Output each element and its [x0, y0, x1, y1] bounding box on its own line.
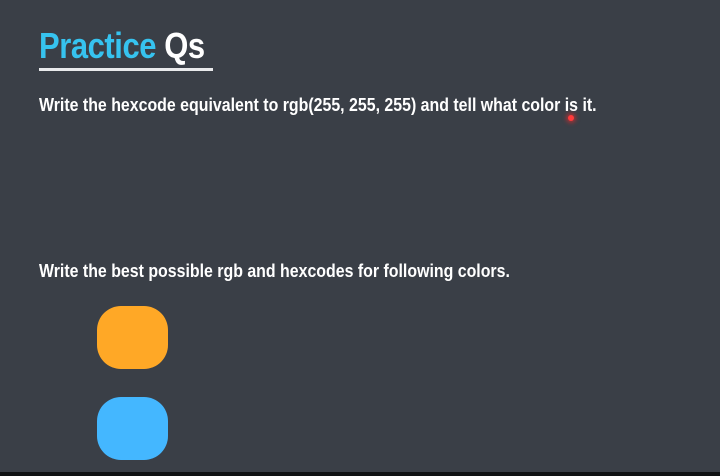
color-swatch-orange: [97, 306, 168, 369]
question-2-text: Write the best possible rgb and hexcodes…: [39, 260, 510, 281]
presentation-slide: Practice Qs Write the hexcode equivalent…: [0, 0, 720, 476]
slide-title-accent: Practice: [39, 25, 157, 66]
question-1-text: Write the hexcode equivalent to rgb(255,…: [39, 94, 597, 115]
slide-title: Practice Qs: [39, 24, 205, 68]
slide-title-rest: Qs: [164, 25, 205, 66]
laser-pointer-icon: [568, 115, 574, 121]
bottom-edge-bar: [0, 472, 720, 476]
title-underline: [39, 68, 213, 71]
color-swatch-blue: [97, 397, 168, 460]
